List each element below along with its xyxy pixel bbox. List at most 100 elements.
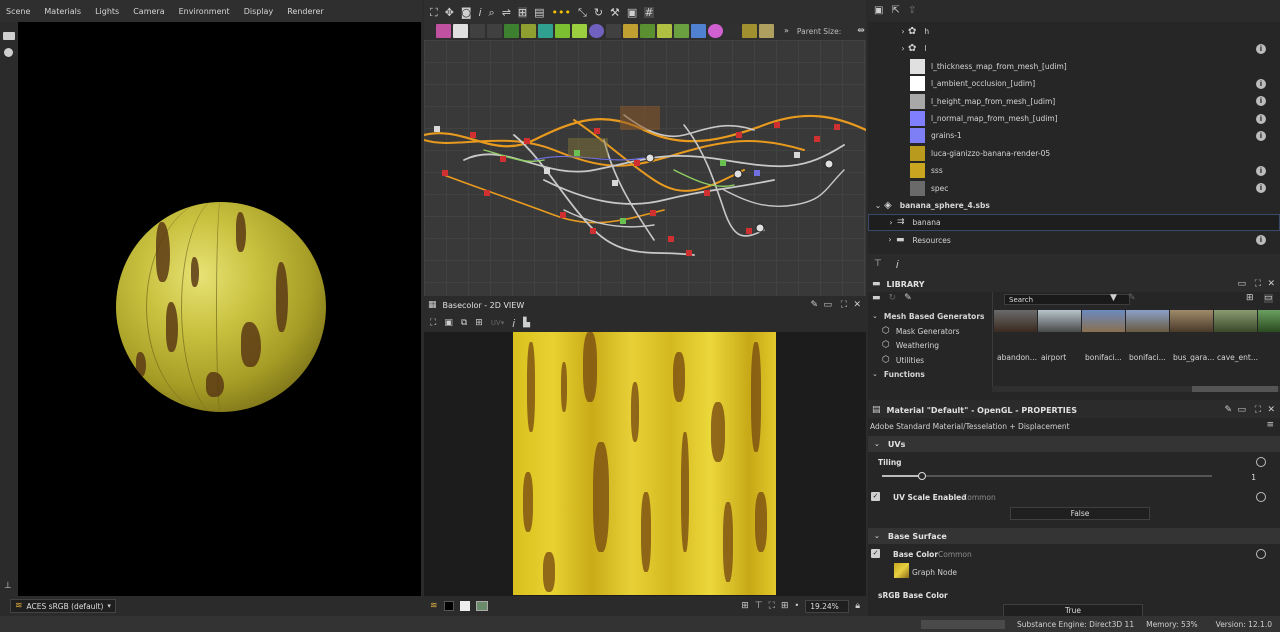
explorer-package-item[interactable]: › ⇉ banana (868, 214, 1280, 232)
reset-icon[interactable] (1256, 549, 1266, 559)
search-icon[interactable]: ⌕ (489, 7, 495, 18)
menu-display[interactable]: Display (244, 7, 274, 16)
colorspace-select[interactable]: ≋ ACES sRGB (default) ▾ (10, 599, 116, 613)
atomic-node-chip-20[interactable] (759, 24, 774, 38)
close-icon[interactable]: ✕ (1267, 279, 1275, 289)
tiling-value[interactable]: 1 (1251, 473, 1256, 482)
wire-icon[interactable]: ⤡ (578, 7, 587, 18)
explorer-item[interactable]: grains-1 i (868, 127, 1280, 144)
atomic-node-chip-15[interactable] (674, 24, 689, 38)
environment-label[interactable]: airport (1041, 353, 1066, 362)
environment-label[interactable]: bus_gara... (1173, 353, 1214, 362)
lock-icon[interactable]: 🔒︎ (855, 601, 860, 611)
base-color-thumbnail[interactable] (894, 563, 909, 578)
explorer-item[interactable]: l_thickness_map_from_mesh_[udim] (868, 58, 1280, 75)
float-icon[interactable]: ▭ (1237, 279, 1246, 289)
info-italic-icon[interactable]: 𝑖 (479, 7, 482, 18)
atomic-node-chip-16[interactable] (691, 24, 706, 38)
explorer-item[interactable]: l_ambient_occlusion_[udim] i (868, 75, 1280, 92)
explorer-item[interactable]: › ✿ h (868, 23, 1280, 40)
tiling-slider-handle[interactable] (917, 472, 926, 480)
publish-icon[interactable]: ⇪ (908, 6, 916, 16)
environment-thumbnail[interactable] (1170, 310, 1213, 332)
explorer-item[interactable]: l_normal_map_from_mesh_[udim] i (868, 110, 1280, 127)
pin-icon[interactable]: ✎ (810, 300, 818, 310)
atomic-node-chip-10[interactable] (589, 24, 604, 38)
explorer-item[interactable]: › ✿ l i (868, 40, 1280, 57)
environment-thumbnail[interactable] (1214, 310, 1257, 332)
atomic-node-chip-3[interactable] (470, 24, 485, 38)
snap-grid-icon[interactable]: # (644, 6, 654, 18)
environment-thumbnail[interactable] (1258, 310, 1280, 332)
viewport-3d[interactable] (18, 22, 421, 596)
link-toggle-icon[interactable]: ⇹ (857, 26, 865, 36)
atomic-node-chip-9[interactable] (572, 24, 587, 38)
atomic-node-chip-6[interactable] (521, 24, 536, 38)
save-icon[interactable]: ▣ (444, 318, 453, 328)
reset-icon[interactable] (1256, 492, 1266, 502)
info-italic-icon[interactable]: 𝑖 (896, 259, 899, 270)
light-bulb-icon[interactable] (4, 48, 13, 57)
section-uvs[interactable]: ⌄ UVs (868, 436, 1280, 452)
reset-icon[interactable] (1256, 457, 1266, 467)
atomic-node-chip-8[interactable] (555, 24, 570, 38)
maximize-icon[interactable]: ⛶ (841, 300, 847, 310)
environment-thumbnail[interactable] (1126, 310, 1169, 332)
copy-icon[interactable]: ⧉ (461, 318, 467, 328)
maximize-icon[interactable]: ⛶ (1255, 279, 1261, 289)
menu-scene[interactable]: Scene (6, 7, 30, 16)
histogram-icon[interactable]: ▙ (523, 318, 530, 328)
menu-icon[interactable]: ≡ (1266, 421, 1274, 430)
environment-label[interactable]: bonifaci... (1085, 353, 1122, 362)
save-icon[interactable]: ▣ (874, 6, 883, 16)
tiling-slider[interactable] (882, 472, 1212, 480)
uv-scale-value[interactable]: False (1010, 507, 1150, 520)
hierarchy-icon[interactable]: ⊤ (874, 259, 882, 269)
environment-label[interactable]: abandon... (997, 353, 1037, 362)
library-scrollbar-thumb[interactable] (1192, 386, 1278, 392)
dots-icon[interactable]: ••• (552, 7, 571, 18)
environment-thumbnail[interactable] (994, 310, 1037, 332)
layout-icon[interactable]: ⊞ (517, 6, 528, 18)
explorer-item[interactable]: spec i (868, 180, 1280, 197)
atomic-node-chip-18[interactable] (725, 24, 740, 38)
environment-thumbnail[interactable] (1038, 310, 1081, 332)
camera-icon[interactable] (3, 32, 15, 40)
refresh-icon[interactable]: ↻ (594, 7, 603, 18)
uv-scale-checkbox[interactable]: ✓ (871, 492, 880, 501)
uv-icon[interactable]: UV▾ (491, 319, 504, 327)
atomic-node-chip-1[interactable] (436, 24, 451, 38)
menu-camera[interactable]: Camera (133, 7, 164, 16)
pin-icon[interactable]: ✎ (1224, 405, 1232, 415)
close-icon[interactable]: ✕ (1267, 405, 1275, 415)
explorer-package-item[interactable]: › ▬ Resources i (868, 232, 1280, 249)
atomic-node-chip-5[interactable] (504, 24, 519, 38)
chevron-down-icon[interactable]: ⌄ (872, 201, 884, 210)
atomic-node-chip-17[interactable] (708, 24, 723, 38)
explorer-item[interactable]: luca-gianizzo-banana-render-05 (868, 145, 1280, 162)
info-icon[interactable]: i (1256, 130, 1266, 141)
frame-all-icon[interactable]: ⛶ (430, 7, 438, 18)
library-scrollbar[interactable] (992, 386, 1280, 392)
alpha-swatch[interactable] (459, 601, 470, 611)
atomic-node-chip-19[interactable] (742, 24, 757, 38)
atomic-node-chip-11[interactable] (606, 24, 621, 38)
atomic-node-chip-4[interactable] (487, 24, 502, 38)
explorer-item[interactable]: sss i (868, 162, 1280, 179)
base-color-checkbox[interactable]: ✓ (871, 549, 880, 558)
info-icon[interactable]: i (1256, 96, 1266, 107)
close-icon[interactable]: ✕ (853, 300, 861, 310)
explorer-package[interactable]: ⌄ ◈ banana_sphere_4.sbs (868, 197, 1280, 214)
view-2d-canvas[interactable] (424, 332, 866, 596)
zoom-fit-icon[interactable]: ⊞ (781, 601, 789, 611)
grid-icon[interactable]: ▤ (534, 7, 544, 18)
info-icon[interactable]: i (1256, 183, 1266, 194)
menu-renderer[interactable]: Renderer (287, 7, 324, 16)
fit-screen-icon[interactable]: ⛶ (769, 601, 775, 611)
chevron-right-icon[interactable]: › (884, 236, 896, 244)
explorer-item[interactable]: l_height_map_from_mesh_[udim] i (868, 93, 1280, 110)
chevron-right-icon[interactable]: › (898, 27, 908, 36)
info-icon[interactable]: i (1256, 78, 1266, 89)
zoom-field[interactable]: 19.24% (805, 599, 850, 613)
black-background-swatch[interactable] (443, 601, 454, 611)
